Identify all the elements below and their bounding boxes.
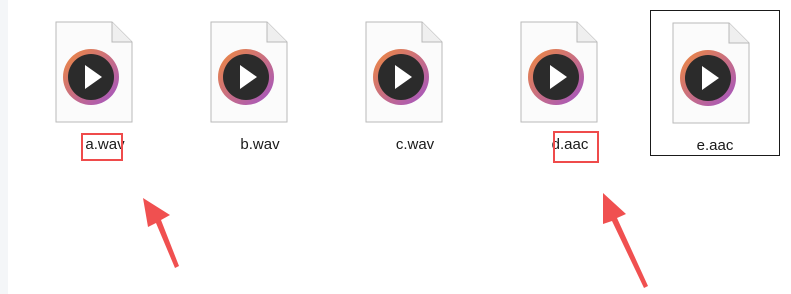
annotation-arrows bbox=[143, 193, 648, 288]
arrow-up-icon bbox=[143, 198, 179, 268]
arrow-up-icon bbox=[603, 193, 648, 288]
